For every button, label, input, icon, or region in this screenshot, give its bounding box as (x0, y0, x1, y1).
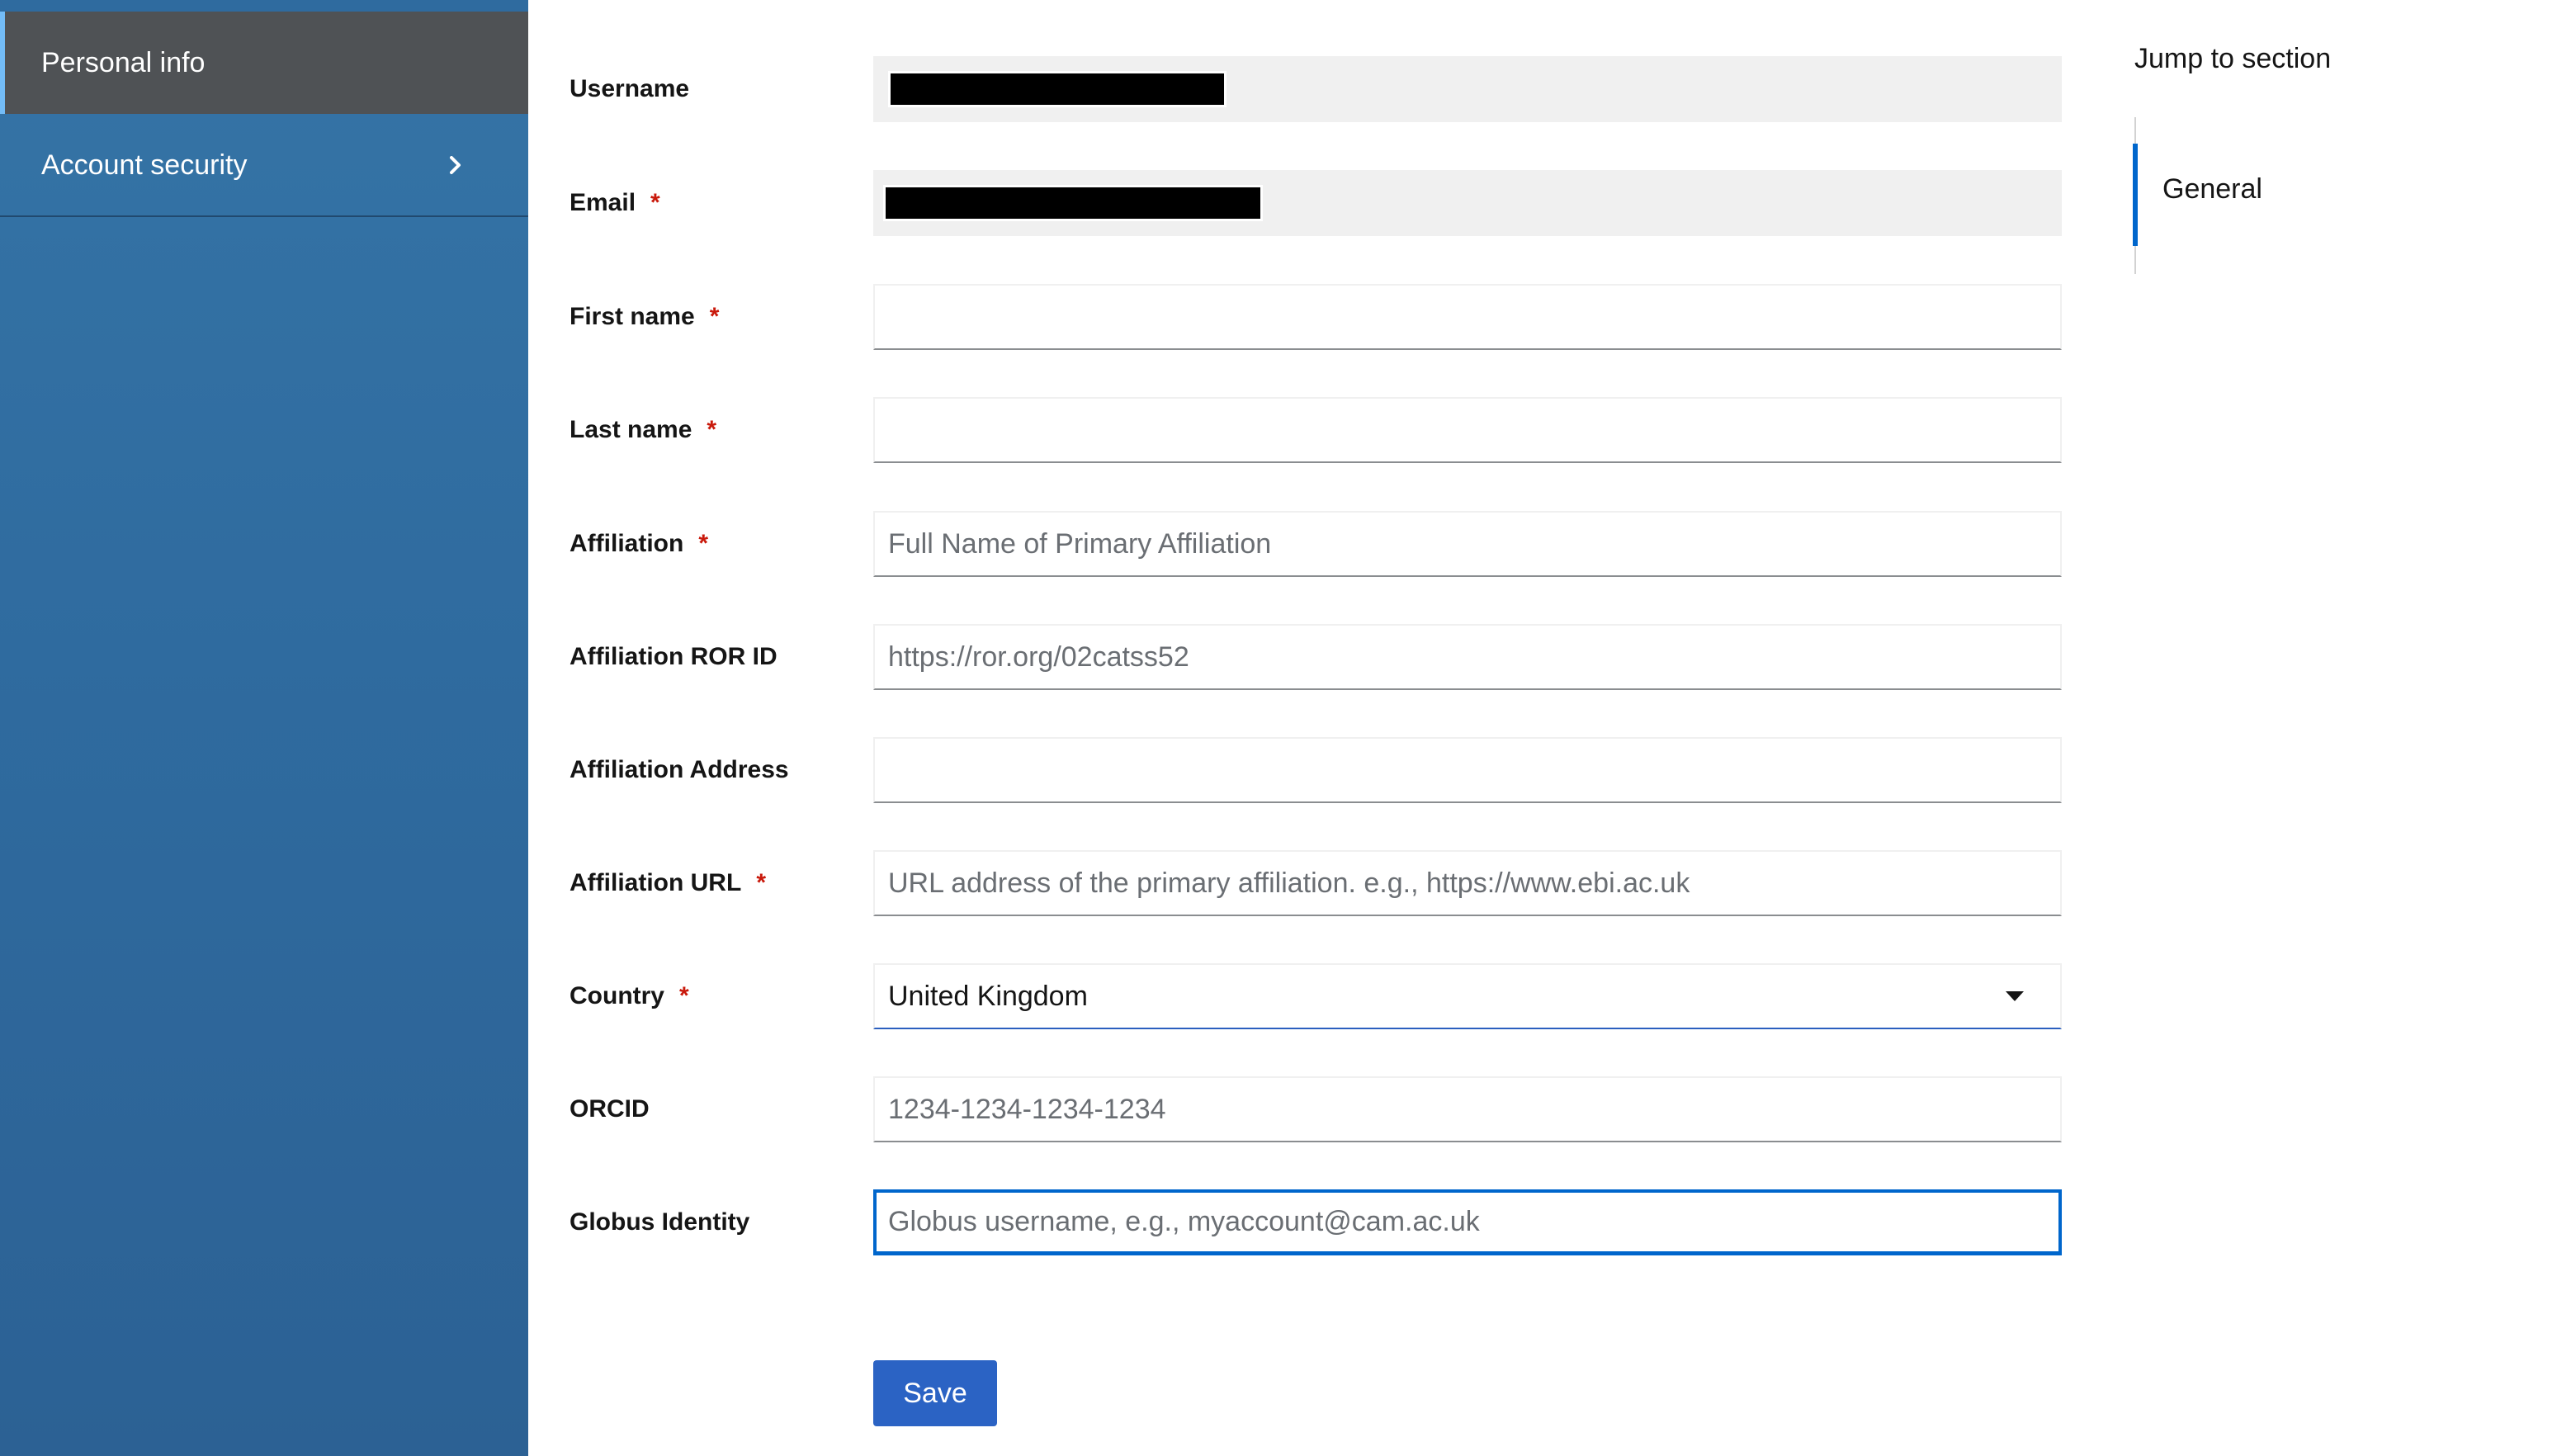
email-field (873, 170, 2062, 236)
form-row-affiliation-url: Affiliation URL * (0, 850, 2146, 916)
form-row-globus-identity: Globus Identity (0, 1189, 2146, 1255)
affiliation-address-field[interactable] (873, 737, 2062, 803)
form-row-affiliation: Affiliation * (0, 511, 2146, 577)
required-marker: * (698, 530, 708, 557)
required-marker: * (707, 416, 717, 443)
orcid-label: ORCID (570, 1095, 650, 1123)
account-console-page: Personal info Account security Username … (0, 0, 2557, 1456)
form-row-first-name: First name * (0, 284, 2146, 350)
orcid-field[interactable] (873, 1076, 2062, 1142)
affiliation-url-field[interactable] (873, 850, 2062, 916)
last-name-label: Last name * (570, 416, 717, 443)
last-name-input[interactable] (888, 399, 2060, 461)
form-row-orcid: ORCID (0, 1076, 2146, 1142)
globus-identity-field[interactable] (873, 1189, 2062, 1255)
affiliation-input[interactable] (888, 513, 2060, 575)
affiliation-url-label: Affiliation URL * (570, 869, 766, 896)
sidebar-top-strip (0, 0, 528, 12)
affiliation-ror-id-label: Affiliation ROR ID (570, 643, 777, 670)
form-row-email: Email * (0, 170, 2146, 236)
country-selected-value: United Kingdom (888, 980, 1088, 1012)
redacted-value (883, 185, 1263, 221)
required-marker: * (709, 303, 720, 330)
first-name-field[interactable] (873, 284, 2062, 350)
affiliation-field[interactable] (873, 511, 2062, 577)
affiliation-address-label: Affiliation Address (570, 756, 789, 783)
form-row-country: Country * United Kingdom (0, 963, 2146, 1029)
first-name-label: First name * (570, 303, 720, 330)
last-name-field[interactable] (873, 397, 2062, 463)
required-marker: * (756, 869, 766, 896)
required-marker: * (679, 982, 689, 1009)
username-field (873, 56, 2062, 122)
username-label: Username (570, 75, 690, 102)
country-label: Country * (570, 982, 689, 1009)
email-label: Email * (570, 189, 660, 216)
form-row-username: Username (0, 56, 2146, 122)
affiliation-ror-id-input[interactable] (888, 626, 2060, 688)
jump-to-section-title: Jump to section (2134, 43, 2332, 74)
orcid-input[interactable] (888, 1078, 2060, 1141)
redacted-value (888, 71, 1227, 107)
form-row-affiliation-address: Affiliation Address (0, 737, 2146, 803)
caret-down-icon (2006, 991, 2024, 1001)
form-row-last-name: Last name * (0, 397, 2146, 463)
affiliation-address-input[interactable] (888, 739, 2060, 801)
affiliation-url-input[interactable] (888, 852, 2060, 915)
globus-identity-input[interactable] (888, 1193, 2058, 1251)
affiliation-label: Affiliation * (570, 530, 708, 557)
jump-active-indicator (2133, 144, 2138, 246)
jump-link-general[interactable]: General (2162, 173, 2262, 206)
country-select[interactable]: United Kingdom (873, 963, 2062, 1029)
save-button[interactable]: Save (873, 1360, 997, 1426)
required-marker: * (650, 189, 660, 216)
form-row-affiliation-ror-id: Affiliation ROR ID (0, 624, 2146, 690)
first-name-input[interactable] (888, 286, 2060, 348)
globus-identity-label: Globus Identity (570, 1208, 750, 1236)
affiliation-ror-id-field[interactable] (873, 624, 2062, 690)
